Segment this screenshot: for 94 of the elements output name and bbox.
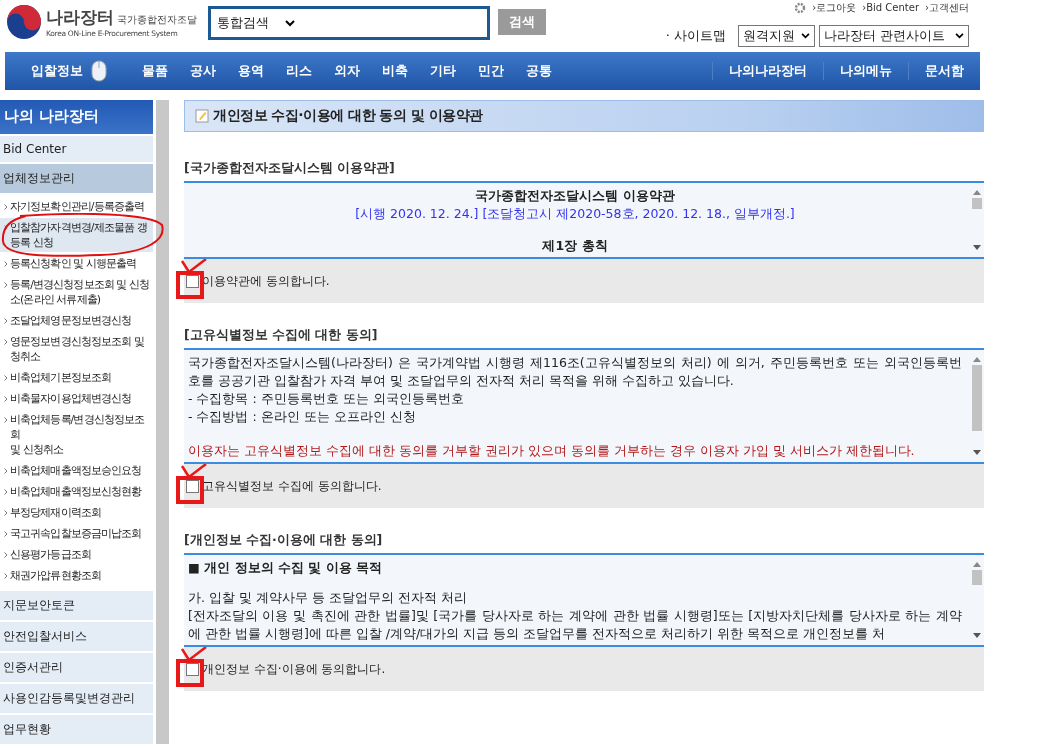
top-link[interactable]: ›Bid Center — [862, 2, 919, 13]
sidebar-item[interactable]: 자기정보확인관리/등록증출력 — [0, 197, 153, 216]
sidebar-section[interactable]: 인증서관리 — [0, 651, 153, 682]
caret-icon — [955, 33, 964, 39]
chevron-icon — [4, 489, 8, 495]
chevron-icon — [4, 552, 8, 558]
scroll-up-icon[interactable] — [973, 189, 981, 195]
terms-text: 국가종합전자조달시스템(나라장터) 은 국가계약법 시행령 제116조(고유식별정보의 처리) 에 의거, 주민등록번호 또는 외국인등록번호를 공공기관 입찰참가 자격 부여 및 조달업무의 전자적 처리 목적을 위해 수집하고 있습니다. — [188, 354, 962, 390]
sidebar-item[interactable]: 비축업체매출액정보승인요청 — [0, 461, 153, 480]
related-sites-dropdown[interactable]: 나라장터 관련사이트 — [819, 25, 969, 47]
nav-item[interactable]: 나의나라장터 — [712, 62, 823, 80]
nav-item[interactable]: 외자 — [323, 62, 371, 80]
caret-icon — [285, 19, 295, 27]
scroll-down-icon[interactable] — [973, 450, 981, 456]
scroll-thumb[interactable] — [972, 570, 982, 585]
chevron-icon — [4, 396, 8, 402]
scroll-thumb[interactable] — [972, 198, 982, 209]
sidebar-item[interactable]: 비축물자이용업체변경신청 — [0, 389, 153, 408]
sidebar-item[interactable]: 비축업체등록/변경신청정보조회 및 신청취소 — [0, 410, 153, 459]
chevron-icon — [4, 417, 8, 423]
scroll-up-icon[interactable] — [973, 356, 981, 362]
checkbox-label: 개인정보 수집·이용에 동의합니다. — [202, 660, 386, 678]
terms-text: [전자조달의 이용 및 촉진에 관한 법률]및 [국가를 당사자로 하는 계약에 관한 법률 시행령]또는 [지방자치단체를 당사자로 하는 계약에 관한 법률 시행령]에 따른 입찰 /계약/대가의 지급 등의 조달업무를 전자적으로 처리하기 위한 목적으로 개인정보를 처 — [188, 607, 962, 643]
sidebar-item[interactable]: 등록신청확인 및 시행문출력 — [0, 254, 153, 273]
sidebar-title: 나의 나라장터 — [0, 100, 153, 134]
chevron-icon — [4, 204, 8, 210]
chevron-icon — [4, 573, 8, 579]
chevron-icon — [4, 468, 8, 474]
sidebar-section[interactable]: 업체정보관리 — [0, 162, 153, 193]
gear-icon — [794, 1, 807, 14]
chevron-icon — [4, 282, 8, 288]
checkbox-label: 이용약관에 동의합니다. — [202, 272, 330, 290]
scroll-down-icon[interactable] — [973, 245, 981, 251]
terms-text: 가. 입찰 및 계약사무 등 조달업무의 전자적 처리 — [188, 589, 468, 607]
sidebar-item[interactable]: 신용평가등급조회 — [0, 545, 153, 564]
section-heading: [국가종합전자조달시스템 이용약관] — [184, 160, 396, 177]
chevron-icon — [4, 339, 8, 345]
nav-item[interactable]: 리스 — [275, 62, 323, 80]
sidebar-section[interactable]: 지문보안토큰 — [0, 589, 153, 620]
memo-icon — [195, 109, 209, 123]
search-field[interactable]: 통합검색 — [208, 6, 490, 40]
sidebar-item[interactable]: 등록/변경신청정보조회 및 신청 소(온라인 서류제출) — [0, 275, 153, 309]
nav-item[interactable]: 나의메뉴 — [823, 62, 908, 80]
sidebar-section[interactable]: 사용인감등록및변경관리 — [0, 682, 153, 713]
logo-subtitle: 국가종합전자조달 — [117, 13, 197, 27]
remote-support-dropdown[interactable]: 원격지원 — [738, 25, 815, 47]
nav-item[interactable]: 기타 — [419, 62, 467, 80]
nav-item[interactable]: 용역 — [227, 62, 275, 80]
scroll-up-icon[interactable] — [973, 561, 981, 567]
section-heading: [개인정보 수집·이용에 대한 동의] — [184, 532, 384, 549]
terms-text: [시행 2020. 12. 24.] [조달청고시 제2020-58호, 2020. 12. 18., 일부개정.] — [354, 205, 796, 223]
scroll-down-icon[interactable] — [973, 633, 981, 639]
search-scope-dropdown[interactable]: 통합검색 — [211, 14, 295, 32]
terms-text: 이용자는 고유식별정보 수집에 대한 동의를 거부할 권리가 있으며 동의를 거부하는 경우 이용자 가입 및 서비스가 제한됩니다. — [188, 442, 916, 460]
nav-item[interactable]: 문서함 — [908, 62, 980, 80]
nav-item[interactable]: 민간 — [467, 62, 515, 80]
nav-item[interactable]: 물품 — [131, 62, 179, 80]
terms-text: 국가종합전자조달시스템 이용약관 — [474, 187, 676, 205]
chevron-icon — [4, 510, 8, 516]
terms-text: - 수집항목 : 주민등록번호 또는 외국인등록번호 — [188, 390, 465, 408]
section-heading: [고유식별정보 수집에 대한 동의] — [184, 327, 379, 344]
sitemap-link[interactable]: · 사이트맵 — [665, 27, 726, 45]
sidebar-section[interactable]: 안전입찰서비스 — [0, 620, 153, 651]
scrollbar[interactable] — [156, 100, 169, 744]
top-link[interactable]: ›고객센터 — [925, 0, 969, 15]
logo-title: 나라장터 — [46, 6, 114, 29]
sidebar-item[interactable]: 국고귀속입찰보증금미납조회 — [0, 524, 153, 543]
terms-text: ■ 개인 정보의 수집 및 이용 목적 — [188, 559, 383, 577]
mouse-icon — [91, 60, 107, 82]
sidebar-section[interactable]: Bid Center — [0, 134, 153, 162]
sidebar-item[interactable]: 입찰참가자격변경/제조물품 갱 등록 신청 — [0, 218, 153, 252]
sidebar-item[interactable]: 비축업체기본정보조회 — [0, 368, 153, 387]
scroll-thumb[interactable] — [972, 365, 982, 431]
nav-item[interactable]: 입찰정보 — [5, 62, 91, 80]
sidebar-item[interactable]: 부정당제재이력조회 — [0, 503, 153, 522]
sidebar-item[interactable]: 채권가압류현황조회 — [0, 566, 153, 585]
page-title: 개인정보 수집·이용에 대한 동의 및 이용약관 — [213, 107, 483, 125]
nav-item[interactable]: 공사 — [179, 62, 227, 80]
logo-icon — [6, 4, 42, 40]
sidebar-section[interactable]: 업무현황 — [0, 713, 153, 744]
checkbox-label: 고유식별정보 수집에 동의합니다. — [202, 477, 382, 495]
caret-icon — [801, 33, 810, 39]
top-link[interactable]: ›로그아웃 — [812, 0, 857, 15]
sidebar-item[interactable]: 비축업체매출액정보신청현황 — [0, 482, 153, 501]
nav-item[interactable]: 공통 — [515, 62, 563, 80]
sidebar-item[interactable]: 영문정보변경신청정보조회 및 청취소 — [0, 332, 153, 366]
terms-text: 제1장 총칙 — [541, 237, 609, 255]
chevron-icon — [4, 531, 8, 537]
terms-text: - 수집방법 : 온라인 또는 오프라인 신청 — [188, 408, 417, 426]
chevron-icon — [4, 318, 8, 324]
sidebar-item[interactable]: 조달업체영문정보변경신청 — [0, 311, 153, 330]
nav-item[interactable]: 비축 — [371, 62, 419, 80]
chevron-icon — [4, 375, 8, 381]
chevron-icon — [4, 261, 8, 267]
